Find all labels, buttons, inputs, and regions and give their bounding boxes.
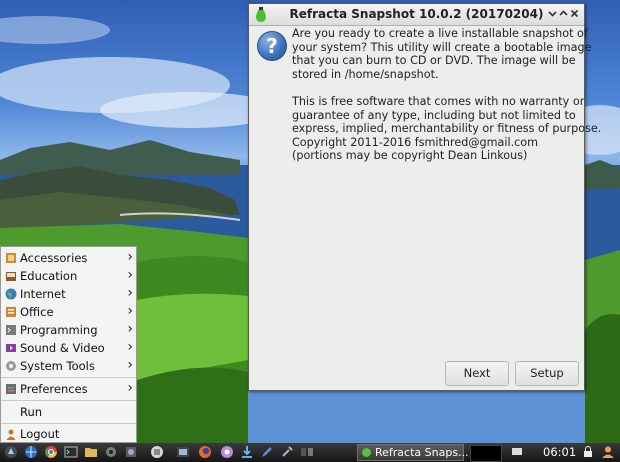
editor-icon[interactable] (260, 445, 274, 459)
taskbar: Refracta Snaps... 06:01 (0, 443, 620, 462)
screen-icon[interactable] (510, 445, 524, 459)
question-icon: ? (257, 31, 287, 61)
office-icon (6, 307, 16, 317)
chevron-right-icon: › (127, 267, 133, 283)
start-menu-icon[interactable] (4, 445, 18, 459)
menu-item-preferences[interactable]: Preferences › (1, 380, 136, 398)
menu-item-education[interactable]: Education › (1, 267, 136, 285)
chevron-right-icon: › (127, 249, 133, 265)
chevron-right-icon: › (127, 339, 133, 355)
workspace-icon[interactable] (300, 445, 314, 459)
programming-icon (6, 325, 16, 335)
gear-icon (6, 361, 16, 371)
chevron-right-icon: › (127, 285, 133, 301)
user-icon[interactable] (601, 445, 615, 459)
chevron-right-icon: › (127, 357, 133, 373)
menu-separator (1, 400, 136, 401)
message-line: express, implied, merchantability or fit… (292, 122, 602, 136)
menu-item-label: Programming (20, 323, 98, 337)
settings-icon[interactable] (104, 445, 118, 459)
message-line: stored in /home/snapshot. (292, 67, 439, 81)
message-line: (portions may be copyright Dean Linkous) (292, 149, 528, 163)
chevron-right-icon: › (127, 380, 133, 396)
chrome-icon[interactable] (44, 445, 58, 459)
taskbar-task-refracta[interactable]: Refracta Snaps... (357, 444, 469, 461)
workspace-indicator[interactable] (470, 445, 502, 462)
menu-item-accessories[interactable]: Accessories › (1, 249, 136, 267)
menu-item-office[interactable]: Office › (1, 303, 136, 321)
network-icon[interactable] (124, 445, 138, 459)
sound-video-icon (6, 344, 16, 352)
education-icon (6, 272, 16, 281)
menu-item-label: Internet (20, 287, 66, 301)
refracta-icon (362, 448, 371, 457)
chevron-right-icon: › (127, 321, 133, 337)
menu-item-label: Run (20, 405, 43, 419)
message-line: that you can burn to CD or DVD. The imag… (292, 54, 576, 68)
message-line: guarantee of any type, including but not… (292, 108, 576, 122)
next-button[interactable]: Next (445, 361, 509, 386)
globe-icon (5, 288, 17, 300)
menu-item-label: Education (20, 269, 78, 283)
close-icon (570, 9, 579, 18)
menu-item-logout[interactable]: Logout (1, 425, 136, 443)
preferences-icon (6, 384, 16, 394)
menu-item-system-tools[interactable]: System Tools › (1, 357, 136, 375)
start-menu: Accessories › Education › Internet › Off… (0, 246, 137, 443)
menu-item-label: System Tools (20, 359, 95, 373)
setup-button[interactable]: Setup (515, 361, 579, 386)
terminal-icon[interactable] (64, 445, 78, 459)
menu-item-internet[interactable]: Internet › (1, 285, 136, 303)
dialog-titlebar[interactable]: Refracta Snapshot 10.0.2 (20170204) (249, 4, 584, 26)
menu-item-sound-video[interactable]: Sound & Video › (1, 339, 136, 357)
tools-icon[interactable] (280, 445, 294, 459)
menu-separator (1, 377, 136, 378)
task-label: Refracta Snaps... (375, 446, 469, 459)
menu-item-label: Accessories (20, 251, 88, 265)
close-button[interactable] (567, 6, 582, 21)
menu-item-label: Preferences (20, 382, 88, 396)
lock-icon[interactable] (581, 445, 595, 459)
refracta-snapshot-dialog: Refracta Snapshot 10.0.2 (20170204) ? Ar… (248, 3, 602, 391)
utility-icon[interactable] (220, 445, 234, 459)
menu-separator (1, 423, 136, 424)
message-line: Are you ready to create a live installab… (292, 27, 588, 40)
chevron-right-icon: › (127, 303, 133, 319)
dialog-title: Refracta Snapshot 10.0.2 (20170204) (289, 7, 544, 21)
menu-item-run[interactable]: Run (1, 403, 136, 421)
firefox-icon[interactable] (198, 445, 212, 459)
menu-item-label: Office (20, 305, 54, 319)
dialog-message: Are you ready to create a live installab… (292, 27, 602, 163)
menu-item-label: Sound & Video (20, 341, 105, 355)
download-icon[interactable] (240, 445, 254, 459)
message-line: Copyright 2011-2016 fsmithred@gmail.com (292, 135, 539, 149)
logout-icon (6, 429, 16, 440)
message-line: This is free software that comes with no… (292, 94, 585, 108)
accessories-icon (6, 253, 16, 263)
clock[interactable]: 06:01 (543, 445, 576, 459)
message-line: your system? This utility will create a … (292, 40, 592, 54)
menu-item-programming[interactable]: Programming › (1, 321, 136, 339)
files-icon[interactable] (150, 445, 164, 459)
browser-icon[interactable] (24, 445, 38, 459)
media-icon[interactable] (176, 445, 190, 459)
menu-item-label: Logout (20, 427, 60, 441)
folder-icon[interactable] (84, 445, 98, 459)
